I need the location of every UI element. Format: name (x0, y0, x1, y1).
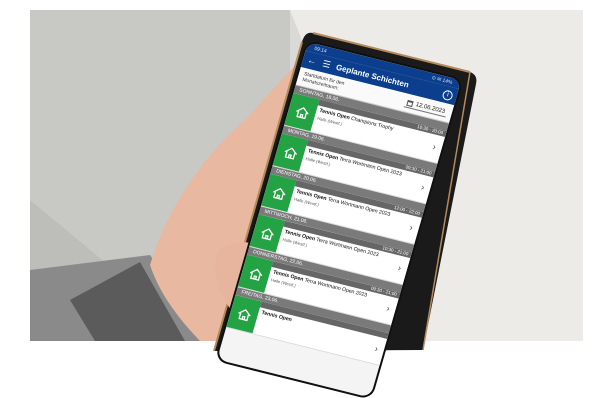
photo-scene: 09:14 ⊙ ✉ 14% ← ☰ Geplante Schichten i S… (0, 0, 613, 398)
house-icon (237, 308, 251, 321)
house-icon (272, 187, 286, 200)
house-icon (284, 146, 297, 160)
calendar-icon (406, 99, 414, 107)
menu-icon[interactable]: ☰ (320, 58, 332, 71)
house-icon (249, 268, 262, 281)
info-icon[interactable]: i (441, 88, 454, 101)
house-icon (295, 106, 309, 119)
chevron-right-icon[interactable]: › (374, 344, 380, 354)
date-value: 12.06.2023 (415, 101, 446, 115)
back-arrow-icon[interactable]: ← (306, 55, 318, 67)
house-icon (261, 227, 274, 240)
